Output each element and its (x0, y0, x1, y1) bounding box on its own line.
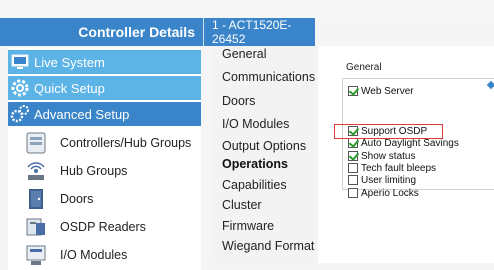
sub-item-label: Controllers/Hub Groups (60, 136, 192, 150)
option-user-limiting[interactable]: User limiting (348, 174, 416, 186)
menu-item-doors[interactable]: Doors (222, 94, 255, 108)
menu-item-firmware[interactable]: Firmware (222, 219, 274, 233)
menu-item-capabilities[interactable]: Capabilities (222, 178, 287, 192)
option-show-status[interactable]: Show status (348, 150, 415, 162)
menu-item-communications[interactable]: Communications (222, 70, 315, 84)
controller-name: 1 - ACT1520E-26452 (204, 18, 315, 46)
annotation-highlight-box (334, 124, 443, 139)
gear-icon (10, 78, 30, 98)
option-label: Tech fault bleeps (361, 162, 437, 174)
sub-item-label: I/O Modules (60, 248, 128, 262)
option-label: Aperio Locks (361, 187, 419, 199)
sub-item-label: Doors (60, 192, 94, 206)
option-label: Show status (361, 150, 416, 162)
option-label: Auto Daylight Savings (361, 137, 459, 149)
option-label: User limiting (361, 174, 417, 186)
door-icon (24, 187, 48, 211)
nav-label: Quick Setup (34, 80, 105, 96)
top-strip (0, 0, 494, 18)
option-web-server[interactable]: Web Server (348, 85, 414, 97)
controller-icon (24, 131, 48, 155)
page-title: Controller Details (0, 18, 203, 46)
option-aperio-locks[interactable]: Aperio Locks (348, 187, 419, 199)
menu-item-operations[interactable]: Operations (222, 157, 288, 171)
nav-label: Advanced Setup (34, 106, 130, 122)
checkbox[interactable] (348, 175, 358, 185)
sub-item-osdp-readers[interactable]: OSDP Readers (8, 212, 201, 242)
sub-item-hub-groups[interactable]: Hub Groups (8, 156, 201, 186)
sub-item-label: Hub Groups (60, 164, 128, 178)
checkbox[interactable] (348, 151, 358, 161)
monitor-icon (10, 52, 30, 72)
reader-icon (24, 215, 48, 239)
option-tech-fault-bleeps[interactable]: Tech fault bleeps (348, 162, 436, 174)
sub-item-label: OSDP Readers (60, 220, 146, 234)
nav-label: Live System (34, 54, 105, 70)
checkbox[interactable] (348, 86, 358, 96)
group-title: General (346, 62, 382, 73)
sub-item-io-modules[interactable]: I/O Modules (8, 240, 201, 270)
option-label: Web Server (361, 85, 414, 97)
io-module-icon (24, 243, 48, 267)
sub-item-controllers-hub-groups[interactable]: Controllers/Hub Groups (8, 128, 201, 158)
checkbox[interactable] (348, 188, 358, 198)
checkbox[interactable] (348, 163, 358, 173)
sidebar: Live System Quick Setup Advanced Setup C… (8, 48, 201, 270)
sub-item-doors[interactable]: Doors (8, 184, 201, 214)
checkbox[interactable] (348, 138, 358, 148)
nav-live-system[interactable]: Live System (8, 50, 201, 74)
menu-item-io-modules[interactable]: I/O Modules (222, 117, 289, 131)
nav-advanced-setup[interactable]: Advanced Setup (8, 102, 201, 126)
menu-item-wiegand-format[interactable]: Wiegand Format (222, 239, 314, 253)
menu-item-cluster[interactable]: Cluster (222, 198, 262, 212)
menu-item-output-options[interactable]: Output Options (222, 139, 306, 153)
menu-item-general[interactable]: General (222, 47, 266, 61)
gears-icon (10, 104, 30, 124)
nav-quick-setup[interactable]: Quick Setup (8, 76, 201, 100)
wireless-hub-icon (24, 159, 48, 183)
